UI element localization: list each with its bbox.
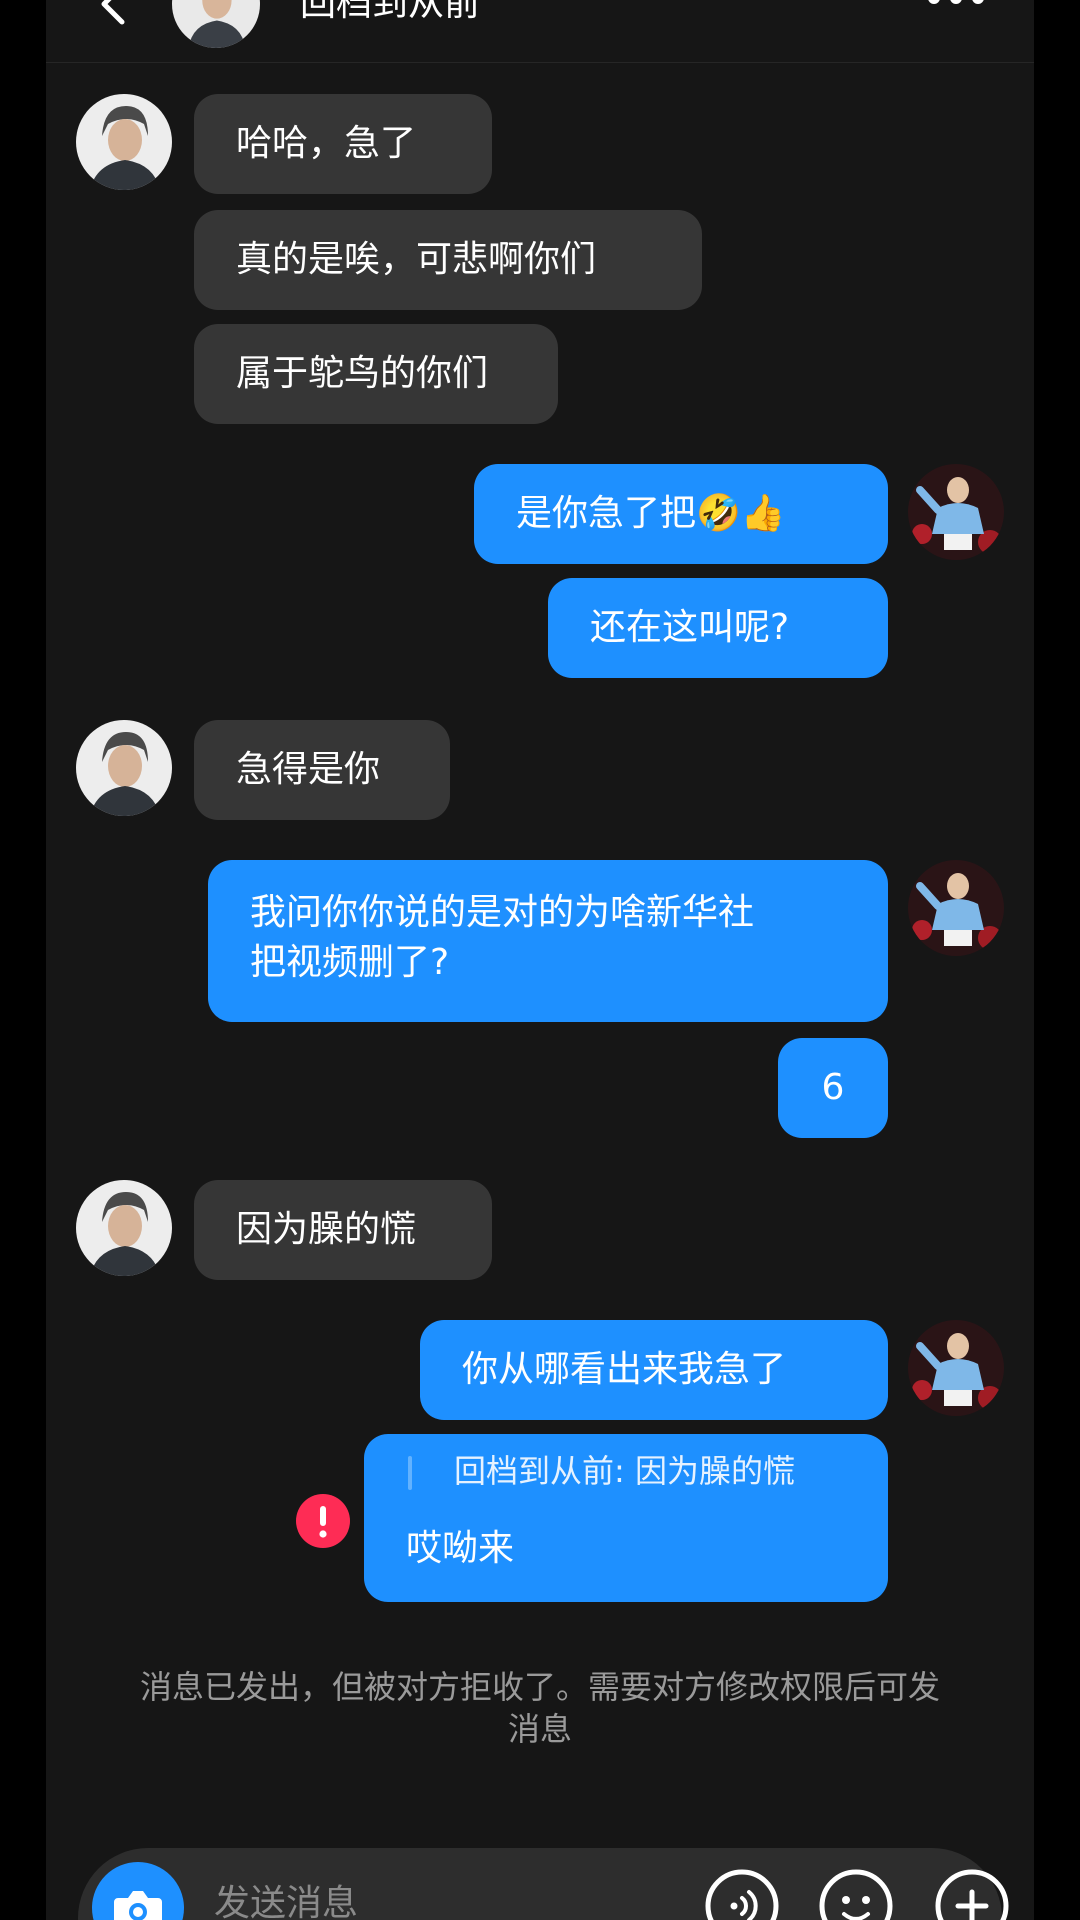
message-composer: 发送消息 [78,1848,1009,1920]
camera-icon [114,1891,162,1920]
message-bubble-incoming[interactable]: 因为臊的慌 [194,1180,492,1280]
quoted-message-text[interactable]: 回档到从前: 因为臊的慌 [454,1448,795,1494]
message-bubble-incoming[interactable]: 哈哈，急了 [194,94,492,194]
back-arrow-icon[interactable] [90,0,140,30]
reply-message-bubble[interactable]: 回档到从前: 因为臊的慌 哎呦来 [364,1434,888,1602]
send-failed-icon[interactable] [296,1494,350,1548]
message-text: 属于鸵鸟的你们 [236,353,489,394]
message-text: 哈哈，急了 [236,123,417,164]
message-bubble-outgoing[interactable]: 是你急了把🤣👍 [474,464,888,564]
my-avatar[interactable] [908,860,1004,956]
message-text: 急得是你 [236,749,381,790]
more-options-icon[interactable] [926,0,986,14]
message-input[interactable]: 发送消息 [214,1874,358,1920]
message-bubble-incoming[interactable]: 真的是唉，可悲啊你们 [194,210,702,310]
message-text: 你从哪看出来我急了 [462,1349,787,1390]
quote-bar [408,1456,412,1490]
message-text: 6 [821,1067,845,1108]
contact-avatar[interactable] [76,720,172,816]
system-notice: 消息已发出，但被对方拒收了。需要对方修改权限后可发 消息 [86,1666,994,1750]
chat-header: 回档到从前 [46,0,1034,63]
camera-button[interactable] [92,1862,184,1920]
chat-screen: 回档到从前 哈哈，急了 真的是唉，可悲啊你们 属于鸵鸟的你们 是你急了把🤣👍 还… [46,0,1034,1920]
notice-line: 消息已发出，但被对方拒收了。需要对方修改权限后可发 [139,1668,940,1706]
voice-icon[interactable] [704,1868,780,1920]
message-text: 因为臊的慌 [236,1209,417,1250]
message-text-line: 把视频删了? [250,942,450,983]
emoji-icon[interactable] [818,1868,894,1920]
my-avatar[interactable] [908,464,1004,560]
message-bubble-outgoing[interactable]: 6 [778,1038,888,1138]
message-bubble-incoming[interactable]: 急得是你 [194,720,450,820]
my-avatar[interactable] [908,1320,1004,1416]
message-text: 还在这叫呢? [590,607,790,648]
message-text: 哎呦来 [406,1528,515,1569]
message-bubble-outgoing[interactable]: 你从哪看出来我急了 [420,1320,888,1420]
message-text-line: 我问你你说的是对的为啥新华社 [250,892,755,933]
chat-title: 回档到从前 [300,0,481,24]
message-bubble-outgoing[interactable]: 我问你你说的是对的为啥新华社 把视频删了? [208,860,888,1022]
contact-avatar[interactable] [76,1180,172,1276]
contact-avatar[interactable] [76,94,172,190]
message-bubble-outgoing[interactable]: 还在这叫呢? [548,578,888,678]
notice-line: 消息 [507,1710,572,1748]
contact-avatar[interactable] [172,0,260,48]
add-icon[interactable] [934,1868,1010,1920]
message-text: 是你急了把🤣👍 [516,493,786,534]
message-text: 真的是唉，可悲啊你们 [236,239,597,280]
message-bubble-incoming[interactable]: 属于鸵鸟的你们 [194,324,558,424]
